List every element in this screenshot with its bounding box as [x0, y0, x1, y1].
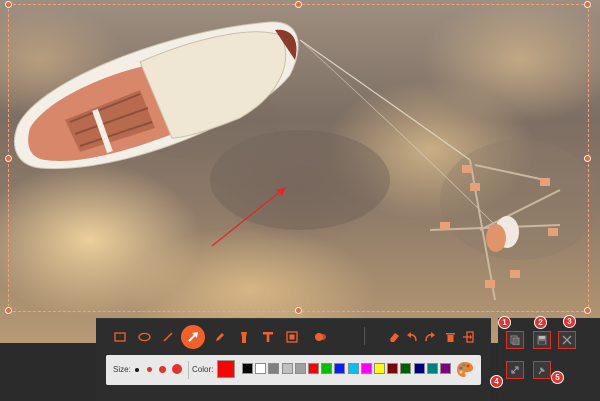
text-tool[interactable]	[258, 326, 278, 348]
rectangle-icon	[114, 332, 126, 342]
badge-4: 4	[490, 375, 503, 388]
save-icon	[537, 335, 547, 345]
badge-5: 5	[551, 371, 564, 384]
color-swatch[interactable]	[308, 363, 319, 374]
mosaic-tool[interactable]	[282, 326, 302, 348]
blur-icon	[314, 333, 326, 341]
mosaic-icon	[286, 331, 298, 343]
color-swatch[interactable]	[387, 363, 399, 374]
action-panel: 1 2 3 4 5	[490, 315, 600, 400]
color-swatch[interactable]	[347, 363, 359, 374]
color-swatch[interactable]	[360, 363, 372, 374]
copy-button[interactable]	[506, 331, 524, 349]
highlighter-icon	[241, 331, 247, 343]
eraser-tool[interactable]	[384, 326, 404, 348]
ellipse-icon	[137, 332, 151, 342]
highlighter-tool[interactable]	[234, 326, 254, 348]
color-swatch[interactable]	[374, 363, 385, 374]
blur-tool[interactable]	[310, 326, 330, 348]
delete-icon	[445, 333, 455, 342]
pin-icon	[538, 367, 545, 375]
delete-button[interactable]	[440, 326, 460, 348]
close-icon	[562, 335, 572, 345]
panel-divider	[188, 361, 189, 379]
size-option-small[interactable]	[135, 368, 139, 372]
color-swatch[interactable]	[426, 363, 438, 374]
scene-illustration	[14, 21, 600, 301]
badge-2: 2	[534, 316, 547, 329]
ellipse-tool[interactable]	[134, 326, 154, 348]
color-swatch[interactable]	[281, 363, 293, 374]
fullscreen-button[interactable]	[506, 361, 524, 379]
eraser-icon	[390, 333, 399, 342]
size-label: Size:	[113, 365, 131, 374]
color-swatch[interactable]	[400, 363, 412, 374]
copy-icon	[510, 335, 520, 345]
redo-icon	[425, 332, 435, 342]
line-icon	[163, 332, 173, 342]
current-color-swatch[interactable]	[217, 360, 235, 378]
color-swatch[interactable]	[413, 363, 425, 374]
rectangle-tool[interactable]	[110, 326, 130, 348]
expand-icon	[511, 366, 519, 374]
size-option-medium[interactable]	[147, 367, 152, 372]
captured-image	[0, 0, 600, 343]
color-swatch[interactable]	[440, 363, 451, 374]
badge-1: 1	[498, 316, 511, 329]
color-swatch[interactable]	[242, 363, 253, 374]
badge-3: 3	[563, 315, 576, 328]
pencil-tool[interactable]	[210, 326, 230, 348]
color-swatch[interactable]	[321, 363, 333, 374]
arrow-tool[interactable]	[181, 325, 205, 349]
toolbar-divider	[364, 327, 365, 345]
arrow-icon	[188, 332, 198, 342]
size-color-panel: Size: Color:	[106, 355, 481, 385]
size-option-xlarge[interactable]	[172, 364, 182, 374]
undo-icon	[407, 332, 417, 342]
exit-button[interactable]	[458, 326, 478, 348]
line-tool[interactable]	[158, 326, 178, 348]
text-icon	[263, 332, 273, 342]
color-swatch[interactable]	[294, 363, 306, 374]
color-swatch[interactable]	[255, 363, 267, 374]
exit-icon	[463, 331, 474, 343]
redo-button[interactable]	[420, 326, 440, 348]
save-button[interactable]	[533, 331, 551, 349]
color-swatch[interactable]	[334, 363, 346, 374]
color-swatch[interactable]	[268, 363, 280, 374]
undo-button[interactable]	[402, 326, 422, 348]
size-option-large[interactable]	[159, 366, 166, 373]
annotation-toolbar: Size: Color:	[96, 318, 491, 401]
close-button[interactable]	[558, 331, 576, 349]
color-label: Color:	[192, 365, 214, 374]
palette-icon[interactable]	[456, 361, 474, 379]
pencil-icon	[216, 333, 224, 341]
pin-button[interactable]	[533, 361, 551, 379]
